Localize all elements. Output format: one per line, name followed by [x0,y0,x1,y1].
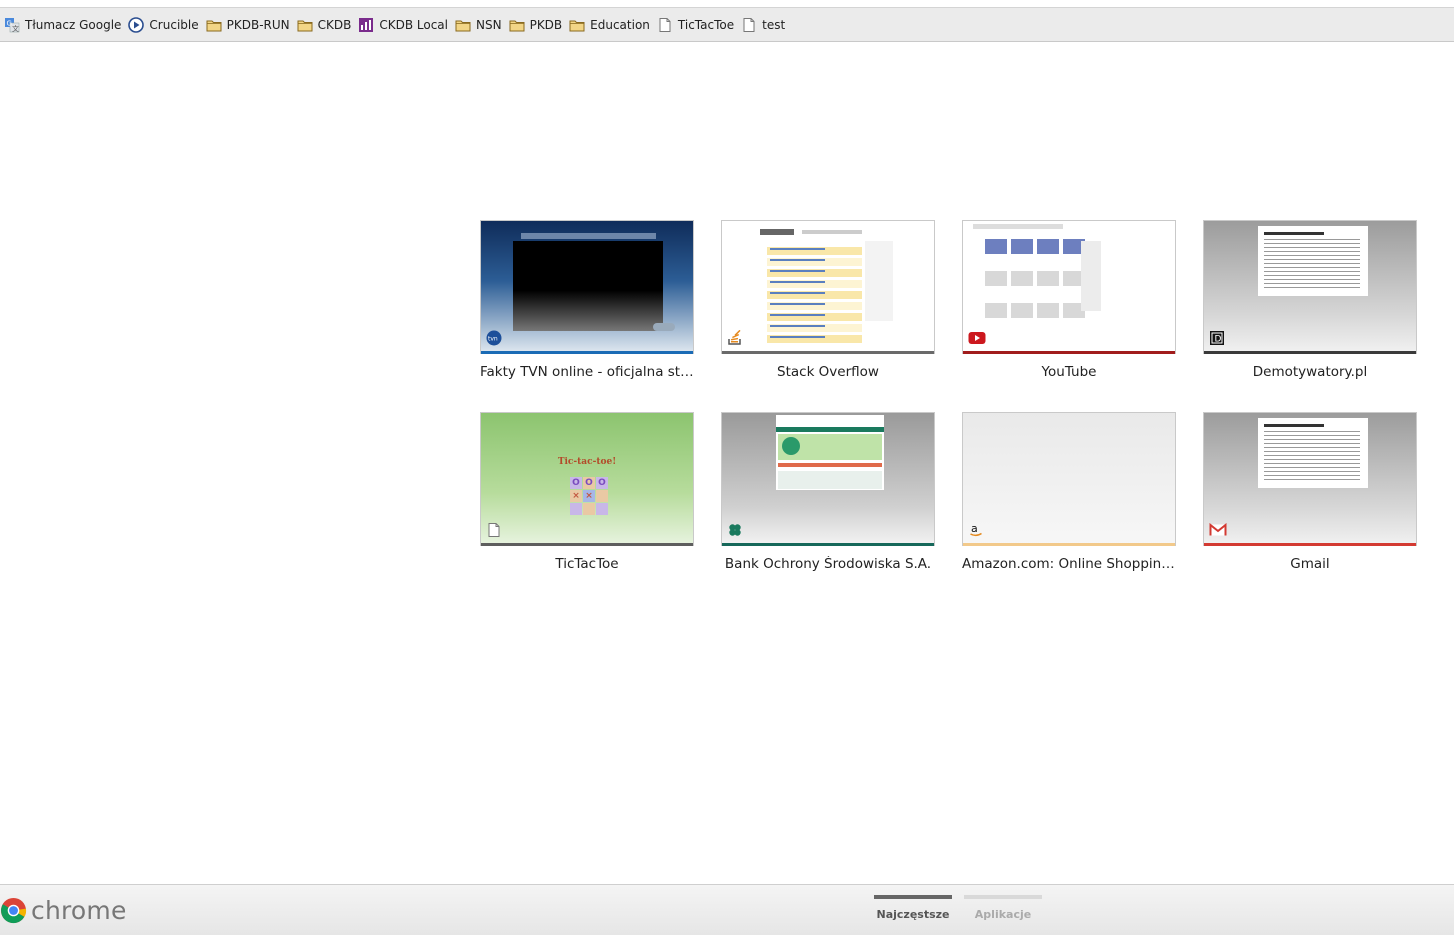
window-top-strip [0,0,1454,8]
bos-clover-icon [727,522,743,538]
tile-color-bar [1204,543,1416,546]
bookmark-pkdb[interactable]: PKDB [507,13,568,37]
gmail-icon [1209,522,1227,538]
bookmarks-bar: G 文 Tłumacz Google Crucible PKDB-RUN CKDB CKDB… [0,8,1454,42]
tile-thumbnail[interactable]: D [1203,220,1417,354]
chrome-logo-icon [0,897,27,924]
page-icon [486,522,502,538]
nav-apps-indicator [964,895,1042,899]
nav-apps[interactable]: Aplikacje [964,895,1042,921]
svg-text:a: a [971,522,978,535]
chrome-logo-text: chrome [31,896,127,925]
tictactoe-cell: O [570,477,582,489]
chrome-logo: chrome [0,896,127,925]
bookmark-nsn[interactable]: NSN [453,13,507,37]
tile-color-bar [481,351,693,354]
most-visited-tile[interactable]: tvn Fakty TVN online - oficjalna stron... [480,220,694,380]
tile-color-bar [722,543,934,546]
tictactoe-cell [596,490,608,502]
bookmark-label: Education [590,17,650,32]
bookmark-label: Crucible [149,17,199,32]
tile-thumbnail[interactable] [721,220,935,354]
tile-title[interactable]: YouTube [962,364,1176,380]
folder-icon [206,17,222,33]
tile-thumbnail[interactable] [721,412,935,546]
tvn24-icon: tvn [486,330,502,346]
tile-color-bar [722,351,934,354]
tile-color-bar [1204,351,1416,354]
tile-title[interactable]: Stack Overflow [721,364,935,380]
most-visited-tile[interactable]: Stack Overflow [721,220,935,380]
tictactoe-cell: O [583,477,595,489]
bookmark-tictactoe[interactable]: TicTacToe [655,13,739,37]
tictactoe-thumb-heading: Tic-tac-toe! [557,457,617,467]
most-visited-tile[interactable]: Bank Ochrony Środowiska S.A. [721,412,935,572]
bookmark-label: PKDB [529,17,563,32]
tile-title[interactable]: Fakty TVN online - oficjalna stron... [480,364,694,380]
most-visited-tile[interactable]: YouTube [962,220,1176,380]
most-visited-tile[interactable]: Gmail [1203,412,1417,572]
most-visited-tile[interactable]: Tic-tac-toe! O O O × × TicTacToe [480,412,694,572]
bookmark-label: CKDB [317,17,352,32]
amazon-icon: a [968,522,984,538]
svg-text:文: 文 [12,24,19,33]
tile-color-bar [963,351,1175,354]
bookmark-test[interactable]: test [739,13,790,37]
bookmark-ckdb-local[interactable]: CKDB Local [356,13,453,37]
ckdb-local-icon [358,17,374,33]
tictactoe-cell: O [596,477,608,489]
bookmark-pkdb-run[interactable]: PKDB-RUN [204,13,295,37]
tictactoe-cell [583,503,595,515]
bookmark-label: NSN [476,17,502,32]
folder-icon [509,17,525,33]
stackoverflow-icon [727,329,743,346]
tile-thumbnail[interactable] [962,220,1176,354]
nav-most-visited-indicator [874,895,952,899]
bookmark-label: TicTacToe [677,17,735,32]
tile-title[interactable]: Demotywatory.pl [1203,364,1417,380]
tictactoe-cell: × [583,490,595,502]
most-visited-tile[interactable]: a Amazon.com: Online Shopping f... [962,412,1176,572]
tile-thumbnail[interactable]: Tic-tac-toe! O O O × × [480,412,694,546]
tile-thumbnail[interactable]: tvn [480,220,694,354]
ntp-footer: chrome Najczęstsze Aplikacje [0,884,1454,935]
tile-color-bar [963,543,1175,546]
tictactoe-cell [596,503,608,515]
tile-title[interactable]: Amazon.com: Online Shopping f... [962,556,1176,572]
tile-title[interactable]: Gmail [1203,556,1417,572]
bookmark-crucible[interactable]: Crucible [126,13,203,37]
google-translate-icon: G文 [4,17,20,33]
tile-title[interactable]: TicTacToe [480,556,694,572]
crucible-icon [128,16,145,33]
youtube-icon [968,330,986,346]
bookmark-label: PKDB-RUN [226,17,290,32]
bookmark-t-umacz-google[interactable]: G 文 Tłumacz Google [2,13,126,37]
tictactoe-cell: × [570,490,582,502]
tile-thumbnail[interactable]: a [962,412,1176,546]
page-icon [657,17,673,33]
page-icon [741,17,757,33]
bookmark-label: Tłumacz Google [25,17,122,32]
folder-icon [297,17,313,33]
bookmark-education[interactable]: Education [567,13,655,37]
folder-icon [569,17,585,33]
demotywatory-icon: D [1209,330,1225,346]
nav-apps-label: Aplikacje [974,908,1032,921]
tile-color-bar [481,543,693,546]
tile-title[interactable]: Bank Ochrony Środowiska S.A. [721,556,935,572]
tile-thumbnail[interactable] [1203,412,1417,546]
nav-most-visited[interactable]: Najczęstsze [874,895,952,921]
bookmark-ckdb[interactable]: CKDB [295,13,357,37]
folder-icon [455,17,471,33]
nav-most-visited-label: Najczęstsze [876,908,950,921]
bookmark-label: test [762,17,786,32]
bookmark-label: CKDB Local [379,17,448,32]
most-visited-tile[interactable]: D Demotywatory.pl [1203,220,1417,380]
svg-text:tvn: tvn [488,336,498,343]
tictactoe-cell [570,503,582,515]
svg-text:D: D [1215,335,1222,345]
